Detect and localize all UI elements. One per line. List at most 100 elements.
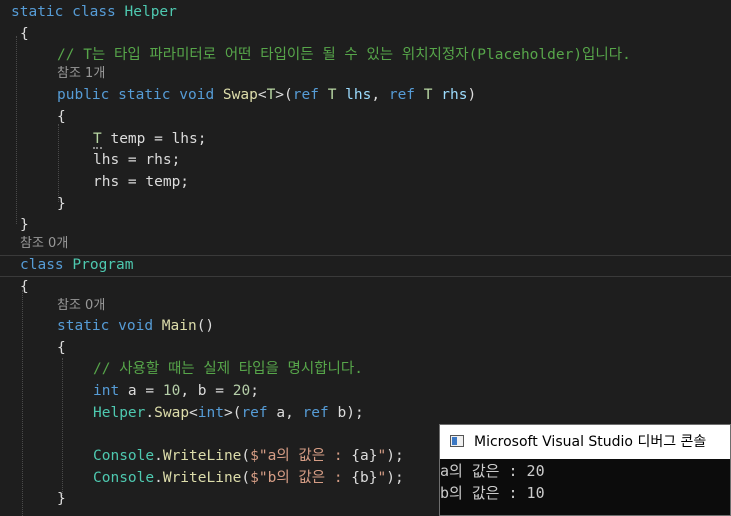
angle-open: < — [257, 87, 267, 103]
dot: . — [145, 405, 155, 421]
dot: . — [154, 470, 163, 486]
code-line-open-brace[interactable]: { — [20, 23, 29, 45]
param-lhs: lhs — [345, 87, 372, 103]
code-line-program-open-brace[interactable]: { — [20, 276, 29, 298]
code-line-main-close-brace[interactable]: } — [57, 488, 66, 510]
keyword-static: static — [57, 318, 110, 334]
debug-console-titlebar[interactable]: Microsoft Visual Studio 디버그 콘솔 — [440, 425, 730, 459]
comment-usage: // 사용할 때는 실제 타입을 명시합니다. — [93, 361, 363, 377]
code-line-main-comment[interactable]: // 사용할 때는 실제 타입을 명시합니다. — [93, 358, 363, 380]
keyword-int: int — [197, 405, 224, 421]
method-ref-swap: Swap — [154, 405, 190, 421]
number-literal: 20 — [232, 383, 251, 399]
class-ref-console: Console — [93, 448, 155, 464]
interpolation: {b} — [351, 470, 378, 486]
code-line-swap-call[interactable]: Helper.Swap<int>(ref a, ref b); — [93, 402, 364, 424]
arg-b: b); — [328, 405, 364, 421]
paren-close: ) — [467, 87, 477, 103]
indent-guide — [16, 36, 17, 224]
references-count[interactable]: 참조 0개 — [20, 236, 68, 251]
indent-guide — [62, 358, 63, 498]
keyword-public: public — [57, 87, 110, 103]
comma: , — [371, 87, 389, 103]
code-line-comment[interactable]: // T는 타입 파라미터로 어떤 타입이든 될 수 있는 위치지정자(Plac… — [57, 44, 631, 66]
codelens-references-program[interactable]: 참조 0개 — [20, 233, 68, 255]
keyword-void: void — [118, 318, 154, 334]
code-line-swap-signature[interactable]: public static void Swap<T>(ref T lhs, re… — [57, 84, 476, 106]
debug-console-title: Microsoft Visual Studio 디버그 콘솔 — [474, 434, 707, 450]
angle-close-paren: >( — [223, 405, 242, 421]
codelens-references-swap[interactable]: 참조 1개 — [57, 63, 105, 85]
indent-guide — [58, 124, 59, 202]
number-literal: 10 — [162, 383, 181, 399]
keyword-ref: ref — [241, 405, 268, 421]
param-rhs: rhs — [441, 87, 468, 103]
parens: () — [196, 318, 215, 334]
console-output-line: b의 값은 : 10 — [440, 484, 545, 502]
keyword-ref: ref — [388, 87, 416, 103]
console-output-line: a의 값은 : 20 — [440, 462, 545, 480]
code-line-writeline-a[interactable]: Console.WriteLine($"a의 값은 : {a}"); — [93, 445, 404, 467]
string-literal-end: " — [377, 470, 387, 486]
code-line-rhs-assignment[interactable]: rhs = temp; — [93, 171, 189, 193]
string-literal: $"b의 값은 : — [250, 470, 352, 486]
angle-close-paren: >( — [275, 87, 293, 103]
keyword-ref: ref — [302, 405, 329, 421]
angle-open: < — [189, 405, 198, 421]
code-line-helper-declaration[interactable]: static class Helper — [11, 1, 177, 23]
brace: { — [20, 279, 29, 295]
brace: } — [57, 196, 66, 212]
paren-open: ( — [241, 470, 251, 486]
keyword-int: int — [93, 383, 120, 399]
references-count[interactable]: 참조 0개 — [57, 298, 105, 313]
code-line-main-signature[interactable]: static void Main() — [57, 315, 214, 337]
code-line-temp-declaration[interactable]: T temp = lhs; — [93, 128, 207, 150]
code-line-int-declaration[interactable]: int a = 10, b = 20; — [93, 380, 259, 402]
keyword-ref: ref — [292, 87, 319, 103]
code-line-main-open-brace[interactable]: { — [57, 337, 66, 359]
console-window-icon — [450, 435, 464, 447]
temp-assignment: temp = lhs; — [101, 131, 207, 147]
keyword-void: void — [179, 87, 215, 103]
var-b: , b = — [180, 383, 233, 399]
lhs-assignment: lhs = rhs; — [93, 152, 181, 168]
brace: } — [57, 491, 66, 507]
class-name-program: Program — [72, 257, 134, 273]
class-name-helper: Helper — [124, 4, 177, 20]
codelens-references-main[interactable]: 참조 0개 — [57, 295, 105, 317]
code-line-writeline-b[interactable]: Console.WriteLine($"b의 값은 : {b}"); — [93, 467, 404, 489]
keyword-static: static — [118, 87, 171, 103]
paren-close: ); — [386, 470, 404, 486]
method-name-main: Main — [161, 318, 197, 334]
brace: { — [57, 340, 66, 356]
string-literal-end: " — [377, 448, 387, 464]
var-a: a = — [119, 383, 163, 399]
semicolon: ; — [250, 383, 259, 399]
brace: } — [20, 217, 29, 233]
debug-console-window[interactable]: Microsoft Visual Studio 디버그 콘솔 a의 값은 : 2… — [439, 424, 731, 516]
arg-a: a, — [267, 405, 303, 421]
class-ref-console: Console — [93, 470, 155, 486]
keyword-class: class — [72, 4, 116, 20]
paren-open: ( — [241, 448, 251, 464]
brace: { — [20, 26, 29, 42]
code-line-program-declaration[interactable]: class Program — [20, 254, 134, 276]
rhs-assignment: rhs = temp; — [93, 174, 190, 190]
code-line-lhs-assignment[interactable]: lhs = rhs; — [93, 149, 180, 171]
indent-guide — [22, 290, 23, 516]
references-count[interactable]: 참조 1개 — [57, 66, 105, 81]
type-parameter-t: T — [266, 87, 276, 103]
type-parameter-t-suggestion[interactable]: T — [93, 131, 102, 149]
keyword-class: class — [20, 257, 64, 273]
string-literal: $"a의 값은 : — [250, 448, 352, 464]
code-line-swap-close-brace[interactable]: } — [57, 193, 66, 215]
brace: { — [57, 109, 66, 125]
debug-console-output[interactable]: a의 값은 : 20 b의 값은 : 10 — [440, 460, 730, 515]
method-ref-writeline: WriteLine — [162, 470, 242, 486]
comment-type-parameter: // T는 타입 파라미터로 어떤 타입이든 될 수 있는 위치지정자(Plac… — [57, 47, 631, 63]
class-ref-helper: Helper — [93, 405, 146, 421]
method-ref-writeline: WriteLine — [162, 448, 242, 464]
keyword-static: static — [11, 4, 64, 20]
method-name-swap: Swap — [222, 87, 258, 103]
code-line-swap-open-brace[interactable]: { — [57, 106, 66, 128]
